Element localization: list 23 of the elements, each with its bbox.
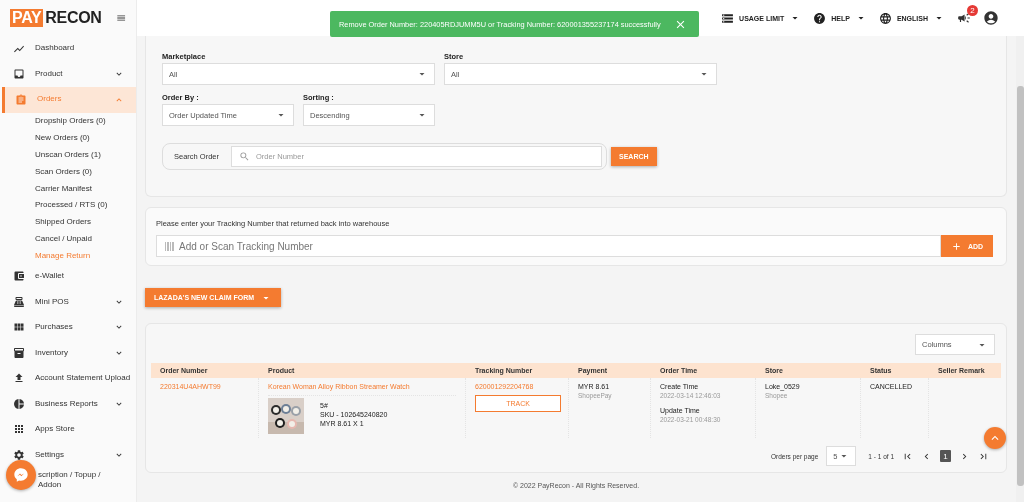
sidebar-subitem[interactable]: Dropship Orders (0) bbox=[0, 112, 136, 130]
sidebar-subitem[interactable]: Processed / RTS (0) bbox=[0, 196, 136, 214]
sidebar-subitem[interactable]: Cancel / Unpaid bbox=[0, 230, 136, 247]
page-number[interactable]: 1 bbox=[940, 450, 951, 462]
sidebar-item[interactable]: Account Statement Upload bbox=[0, 365, 136, 392]
sidebar-item[interactable]: Purchases bbox=[0, 314, 136, 341]
sidebar-item[interactable]: Inventory bbox=[0, 340, 136, 366]
sidebar-item[interactable]: e-Wallet bbox=[0, 263, 136, 290]
sidebar-item[interactable]: Settings bbox=[0, 442, 136, 468]
sidebar-item[interactable]: Apps Store bbox=[0, 416, 136, 443]
tracking-field[interactable]: Add or Scan Tracking Number bbox=[156, 235, 941, 257]
sidebar-item[interactable]: Product bbox=[0, 61, 136, 87]
sidebar-subitem[interactable]: Shipped Orders bbox=[0, 213, 136, 231]
notification-badge: 2 bbox=[967, 5, 978, 16]
sidebar-subitem[interactable]: Unscan Orders (1) bbox=[0, 146, 136, 163]
sidebar-subitem[interactable]: Scan Orders (0) bbox=[0, 162, 136, 180]
sidebar-item[interactable]: Business Reports bbox=[0, 391, 136, 417]
sidebar-subitem[interactable]: Carrier Manifest bbox=[0, 179, 136, 197]
sidebar-item[interactable]: Mini POS bbox=[0, 289, 136, 315]
logo: PAY RECON bbox=[10, 9, 102, 27]
sidebar-item[interactable]: Dashboard bbox=[0, 36, 136, 62]
sidebar-item[interactable]: scription / Topup / Addon bbox=[0, 467, 136, 494]
sidebar-subitem[interactable]: New Orders (0) bbox=[0, 129, 136, 147]
